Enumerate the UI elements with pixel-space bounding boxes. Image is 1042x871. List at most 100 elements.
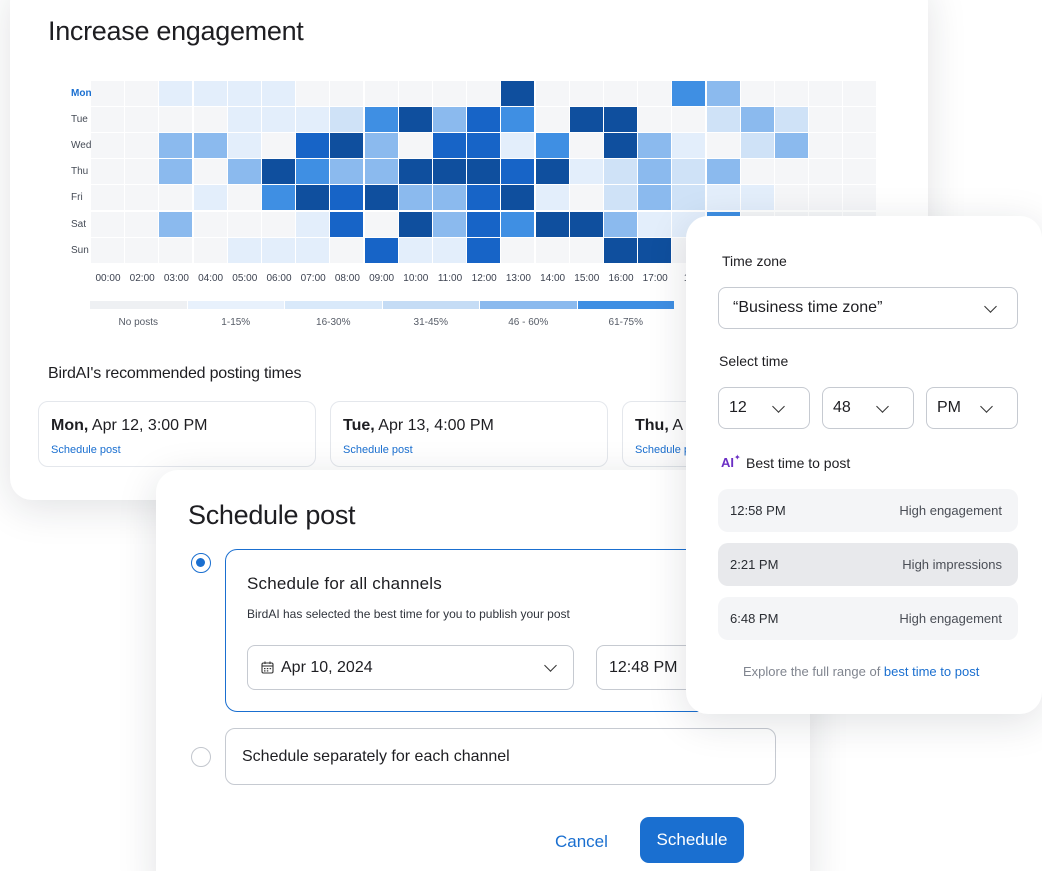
date-value: Apr 10, 2024 xyxy=(281,658,373,676)
heatmap-cell xyxy=(262,133,295,159)
heatmap-cell xyxy=(638,81,672,106)
heatmap-cell xyxy=(638,133,672,159)
heatmap-cell xyxy=(398,211,432,237)
chevron-down-icon xyxy=(984,300,997,313)
heatmap-cell xyxy=(159,159,193,185)
heatmap-cell xyxy=(809,159,843,185)
heatmap-cell xyxy=(775,107,808,133)
heatmap-cell xyxy=(262,159,295,185)
heatmap-cell xyxy=(262,107,295,133)
heatmap-cell xyxy=(227,185,261,211)
heatmap-column-label: 15:00 xyxy=(574,273,600,284)
date-picker[interactable]: Apr 10, 2024 xyxy=(247,645,574,690)
heatmap-cell xyxy=(296,133,330,159)
heatmap-cell xyxy=(535,133,569,159)
schedule-post-link[interactable]: Schedule post xyxy=(343,444,595,456)
heatmap-cell xyxy=(91,185,124,211)
heatmap-cell xyxy=(535,185,569,211)
cancel-button[interactable]: Cancel xyxy=(555,832,608,852)
heatmap-cell xyxy=(775,185,808,211)
heatmap-cell xyxy=(398,237,432,263)
schedule-separate-option[interactable]: Schedule separately for each channel xyxy=(225,728,776,785)
ampm-select[interactable]: PM xyxy=(926,387,1018,429)
heatmap-column-label: 06:00 xyxy=(266,273,292,284)
heatmap-cell xyxy=(740,107,774,133)
heatmap-cell xyxy=(706,159,740,185)
schedule-all-radio[interactable] xyxy=(191,553,211,573)
heatmap-cell xyxy=(501,237,535,263)
footer-note: Explore the full range of best time to p… xyxy=(743,664,979,679)
suggestion-item[interactable]: 12:58 PM High engagement xyxy=(718,489,1018,532)
heatmap-cell xyxy=(672,107,706,133)
schedule-separate-radio[interactable] xyxy=(191,747,211,767)
recommended-day: Thu, xyxy=(635,417,669,434)
heatmap-cell xyxy=(296,211,330,237)
heatmap-column-label: 05:00 xyxy=(232,273,258,284)
heatmap-cell xyxy=(193,107,227,133)
legend-label: 31-45% xyxy=(413,317,448,328)
heatmap-cell xyxy=(604,81,637,106)
heatmap-cell xyxy=(330,107,364,133)
heatmap-column-label: 04:00 xyxy=(198,273,224,284)
heatmap-cell xyxy=(433,211,466,237)
recommended-time: A xyxy=(672,417,683,434)
legend-label: 16-30% xyxy=(316,317,351,328)
heatmap-column-label: 14:00 xyxy=(540,273,566,284)
heatmap-cell xyxy=(604,211,637,237)
legend-label: 1-15% xyxy=(221,317,251,328)
legend-swatch xyxy=(577,301,674,309)
recommended-item[interactable]: Mon, Apr 12, 3:00 PM Schedule post xyxy=(38,401,316,467)
schedule-post-link[interactable]: Schedule post xyxy=(51,444,303,456)
timezone-select[interactable]: “Business time zone” xyxy=(718,287,1018,329)
recommended-item[interactable]: Tue, Apr 13, 4:00 PM Schedule post xyxy=(330,401,608,467)
heatmap-cell xyxy=(467,107,501,133)
heatmap-cell xyxy=(467,211,501,237)
minute-select[interactable]: 48 xyxy=(822,387,914,429)
heatmap-cell xyxy=(501,211,535,237)
heatmap-cell xyxy=(569,237,603,263)
heatmap-cell xyxy=(775,81,808,106)
heatmap-cell xyxy=(227,107,261,133)
suggestion-tag: High engagement xyxy=(899,611,1002,626)
heatmap-cell xyxy=(433,185,466,211)
timezone-value: “Business time zone” xyxy=(733,299,883,316)
best-time-link[interactable]: best time to post xyxy=(884,664,979,679)
heatmap-cell xyxy=(535,159,569,185)
heatmap-cell xyxy=(501,133,535,159)
heatmap-cell xyxy=(91,133,124,159)
select-time-label: Select time xyxy=(719,353,789,369)
timezone-card: Time zone “Business time zone” Select ti… xyxy=(686,216,1042,714)
schedule-button[interactable]: Schedule xyxy=(640,817,744,863)
heatmap-cell xyxy=(364,185,398,211)
heatmap-cell xyxy=(501,159,535,185)
heatmap-cell xyxy=(604,237,637,263)
heatmap-cell xyxy=(604,185,637,211)
heatmap-cell xyxy=(740,185,774,211)
heatmap-cell xyxy=(330,159,364,185)
suggestion-item[interactable]: 2:21 PM High impressions xyxy=(718,543,1018,586)
heatmap-cell xyxy=(364,237,398,263)
heatmap-cell xyxy=(638,185,672,211)
suggestion-item[interactable]: 6:48 PM High engagement xyxy=(718,597,1018,640)
heatmap-cell xyxy=(125,211,159,237)
recommended-time: Apr 12, 3:00 PM xyxy=(91,417,208,434)
recommended-day: Mon, xyxy=(51,417,89,434)
heatmap-cell xyxy=(638,159,672,185)
heatmap-row-label: Mon xyxy=(71,88,92,99)
heatmap-cell xyxy=(535,81,569,106)
heatmap-cell xyxy=(740,133,774,159)
heatmap-cell xyxy=(569,107,603,133)
heatmap-cell xyxy=(467,159,501,185)
calendar-icon xyxy=(261,661,274,674)
heatmap-cell xyxy=(296,107,330,133)
heatmap-cell xyxy=(91,237,124,263)
heatmap-cell xyxy=(433,81,466,106)
hour-select[interactable]: 12 xyxy=(718,387,810,429)
chevron-down-icon xyxy=(876,400,889,413)
heatmap-cell xyxy=(296,159,330,185)
heatmap-cell xyxy=(638,107,672,133)
heatmap-cell xyxy=(809,107,843,133)
schedule-all-title: Schedule for all channels xyxy=(247,574,442,593)
heatmap-cell xyxy=(775,133,808,159)
heatmap-row-label: Sat xyxy=(71,218,87,230)
